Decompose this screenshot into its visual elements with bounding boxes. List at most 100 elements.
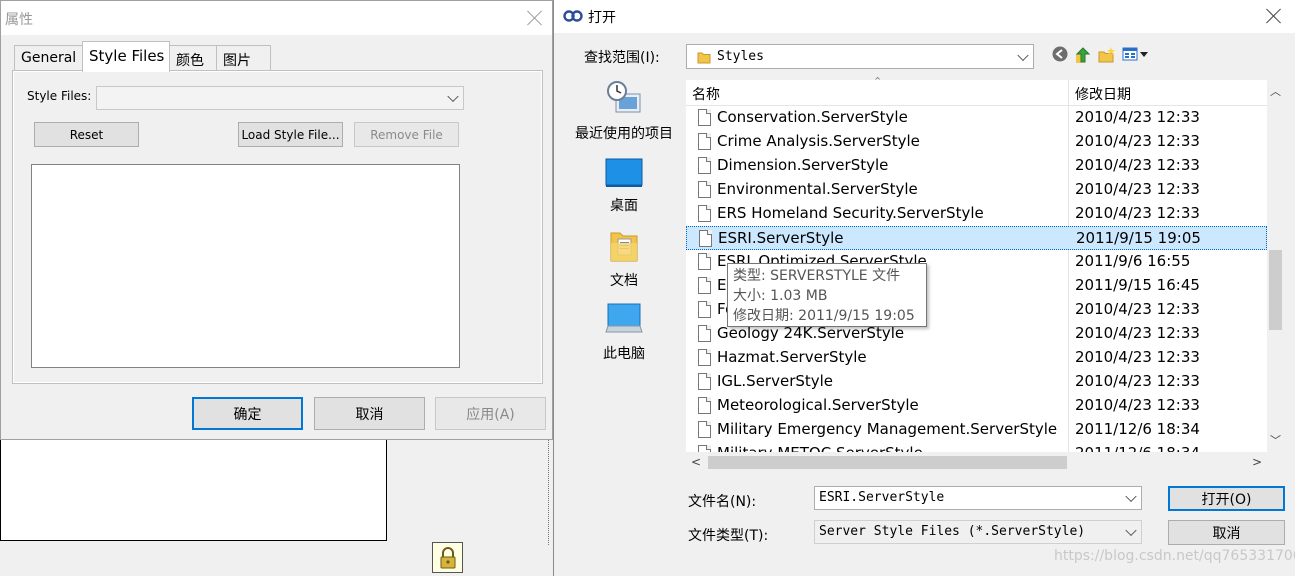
load-style-file-button[interactable]: Load Style File...	[238, 122, 343, 147]
new-folder-icon[interactable]	[1098, 46, 1116, 68]
back-icon[interactable]	[1052, 46, 1068, 66]
file-name-label: 文件名(N):	[688, 494, 757, 510]
tab-general[interactable]: General	[14, 45, 83, 71]
reset-button[interactable]: Reset	[34, 122, 139, 147]
file-row[interactable]: Military METOC.ServerStyle 2011/12/6 18:3…	[686, 442, 1267, 452]
place-this-pc[interactable]: 此电脑	[560, 302, 688, 363]
scroll-down-icon[interactable]: ﹀	[1270, 432, 1281, 448]
cancel-label: 取消	[355, 406, 384, 423]
up-folder-icon[interactable]	[1074, 46, 1092, 68]
file-icon	[698, 253, 711, 270]
file-date: 2010/4/23 12:33	[1075, 324, 1200, 342]
tab-pictures[interactable]: 图片	[216, 45, 271, 71]
tab-colors[interactable]: 颜色	[169, 45, 221, 71]
place-recent[interactable]: 最近使用的项目	[560, 80, 688, 143]
properties-titlebar: 属性	[1, 1, 552, 35]
open-label: 打开(O)	[1201, 491, 1252, 508]
file-row[interactable]: Environmental.ServerStyle 2010/4/23 12:33	[686, 178, 1267, 202]
file-row[interactable]: Military Emergency Management.ServerStyl…	[686, 418, 1267, 442]
file-icon	[698, 157, 711, 174]
file-icon	[698, 301, 711, 318]
chevron-down-icon[interactable]	[1125, 490, 1137, 503]
remove-file-button[interactable]: Remove File	[354, 122, 459, 147]
vertical-scrollbar[interactable]: ︿ ﹀	[1267, 80, 1284, 452]
file-name-input[interactable]: ESRI.ServerStyle	[814, 486, 1142, 510]
close-icon[interactable]	[1266, 8, 1282, 24]
file-name: Dimension.ServerStyle	[717, 156, 889, 174]
file-info-tooltip: 类型: SERVERSTYLE 文件 大小: 1.03 MB 修改日期: 201…	[727, 263, 927, 327]
file-row[interactable]: ESRI.ServerStyle 2011/9/15 19:05	[686, 226, 1267, 250]
tooltip-modified: 修改日期: 2011/9/15 19:05	[733, 308, 915, 324]
properties-dialog: 属性 General Style Files 颜色 图片 Style Files…	[0, 0, 553, 440]
file-row[interactable]: IGL.ServerStyle 2010/4/23 12:33	[686, 370, 1267, 394]
file-type-dropdown[interactable]: Server Style Files (*.ServerStyle)	[814, 520, 1142, 544]
folder-icon	[697, 51, 711, 68]
look-in-value: Styles	[717, 49, 764, 64]
file-row[interactable]: Dimension.ServerStyle 2010/4/23 12:33	[686, 154, 1267, 178]
style-files-dropdown[interactable]	[96, 86, 464, 110]
file-row[interactable]: ERS Homeland Security.ServerStyle 2010/4/…	[686, 202, 1267, 226]
file-date: 2010/4/23 12:33	[1075, 348, 1200, 366]
lock-icon[interactable]	[432, 542, 463, 573]
horizontal-scroll-thumb[interactable]	[708, 456, 1067, 469]
file-icon	[698, 133, 711, 150]
place-desktop[interactable]: 桌面	[560, 158, 688, 215]
file-row[interactable]: Conservation.ServerStyle 2010/4/23 12:33	[686, 106, 1267, 130]
tab-general-label: General	[21, 50, 77, 66]
cancel-button[interactable]: 取消	[314, 397, 425, 430]
file-name: Military METOC.ServerStyle	[717, 444, 923, 452]
sort-ascending-icon: ⌃	[873, 75, 883, 88]
open-title: 打开	[588, 10, 616, 26]
style-files-list[interactable]	[31, 164, 460, 368]
look-in-dropdown[interactable]: Styles	[686, 44, 1034, 69]
place-documents[interactable]: 文档	[560, 229, 688, 290]
view-menu-icon[interactable]	[1122, 46, 1150, 66]
close-icon[interactable]	[527, 10, 543, 26]
file-row[interactable]: Hazmat.ServerStyle 2010/4/23 12:33	[686, 346, 1267, 370]
file-date: 2010/4/23 12:33	[1075, 396, 1200, 414]
column-header-name[interactable]: 名称	[692, 84, 720, 104]
file-name: ERS Homeland Security.ServerStyle	[717, 204, 984, 222]
apply-button[interactable]: 应用(A)	[435, 397, 546, 430]
column-header-date[interactable]: 修改日期	[1075, 84, 1131, 104]
file-icon	[698, 181, 711, 198]
open-button[interactable]: 打开(O)	[1168, 486, 1285, 511]
tab-style-files-label: Style Files	[89, 47, 165, 65]
tab-style-files[interactable]: Style Files	[82, 41, 170, 72]
chevron-down-icon	[447, 90, 459, 103]
remove-file-label: Remove File	[370, 127, 443, 142]
open-cancel-button[interactable]: 取消	[1168, 520, 1285, 545]
place-this-pc-label: 此电脑	[603, 346, 645, 362]
file-name: Hazmat.ServerStyle	[717, 348, 867, 366]
file-date: 2011/9/6 16:55	[1075, 252, 1191, 270]
file-icon	[698, 421, 711, 438]
file-row[interactable]: Meteorological.ServerStyle 2010/4/23 12:3…	[686, 394, 1267, 418]
ok-button[interactable]: 确定	[192, 397, 303, 430]
file-name: Conservation.ServerStyle	[717, 108, 908, 126]
background-divider	[548, 440, 549, 545]
background-panel	[0, 440, 387, 541]
file-name-value: ESRI.ServerStyle	[819, 490, 945, 505]
file-type-value: Server Style Files (*.ServerStyle)	[819, 524, 1086, 539]
tab-colors-label: 颜色	[176, 53, 204, 69]
file-name: Military Emergency Management.ServerStyl…	[717, 420, 1058, 438]
file-icon	[698, 109, 711, 126]
documents-icon	[560, 229, 688, 267]
file-date: 2010/4/23 12:33	[1075, 300, 1200, 318]
watermark-text: https://blog.csdn.net/qq765331706	[1054, 548, 1295, 564]
vertical-scroll-thumb[interactable]	[1269, 250, 1282, 330]
places-bar: 最近使用的项目 桌面 文档 此电脑	[560, 78, 688, 478]
app-logo-icon	[563, 10, 583, 26]
file-icon	[699, 230, 712, 247]
scroll-right-icon[interactable]: >	[1252, 455, 1262, 469]
scroll-up-icon[interactable]: ︿	[1270, 83, 1281, 99]
file-row[interactable]: Crime Analysis.ServerStyle 2010/4/23 12:3…	[686, 130, 1267, 154]
file-name: Crime Analysis.ServerStyle	[717, 132, 920, 150]
file-date: 2010/4/23 12:33	[1075, 180, 1200, 198]
scroll-left-icon[interactable]: <	[691, 455, 701, 469]
file-name: Environmental.ServerStyle	[717, 180, 918, 198]
tab-pictures-label: 图片	[223, 53, 251, 69]
file-date: 2011/9/15 19:05	[1076, 229, 1201, 247]
file-date: 2010/4/23 12:33	[1075, 108, 1200, 126]
horizontal-scrollbar[interactable]: < >	[686, 452, 1284, 473]
